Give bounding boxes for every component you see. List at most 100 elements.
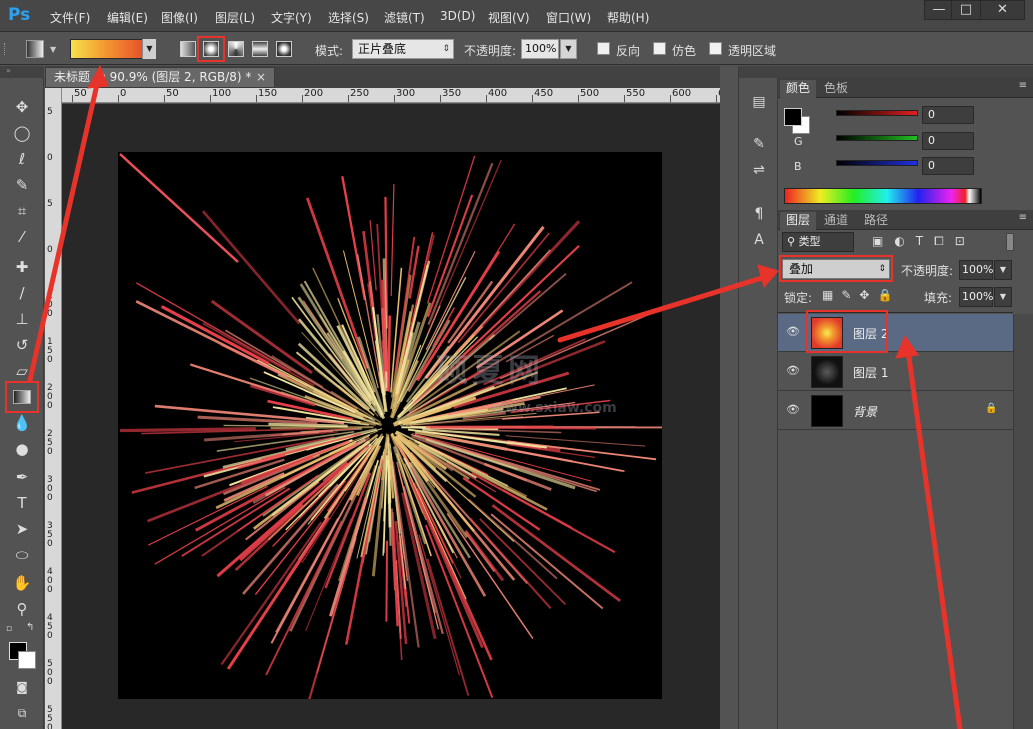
gradient-tool-icon[interactable]	[26, 40, 44, 58]
firework-streak	[426, 194, 474, 318]
close-tab-icon[interactable]: ×	[256, 68, 266, 87]
marquee-tool-icon[interactable]: ◯	[10, 122, 34, 144]
lasso-tool-icon[interactable]: ℓ	[10, 148, 34, 170]
document-canvas[interactable]	[118, 152, 664, 706]
red-value[interactable]: 0	[922, 106, 974, 124]
layer-opacity-chevron-down-icon[interactable]: ▼	[994, 260, 1012, 280]
linear-gradient-button[interactable]	[180, 41, 196, 57]
tab-layers[interactable]: 图层	[780, 212, 817, 230]
paragraph-panel-icon[interactable]: ¶	[749, 204, 769, 224]
zoom-tool-icon[interactable]: ⚲	[10, 598, 34, 620]
menu-image[interactable]: 图像(I)	[161, 9, 198, 26]
dock-separator	[720, 66, 738, 729]
type-tool-icon[interactable]: T	[10, 492, 34, 514]
layer-row-layer1[interactable]: 👁 图层 1	[778, 353, 1013, 391]
dither-checkbox[interactable]	[653, 42, 666, 55]
tab-swatches[interactable]: 色板	[818, 80, 854, 98]
menu-filter[interactable]: 滤镜(T)	[384, 9, 425, 26]
layer-name[interactable]: 图层 1	[853, 364, 888, 381]
clone-stamp-tool-icon[interactable]: ⊥	[10, 308, 34, 330]
close-button[interactable]: ✕	[980, 0, 1025, 20]
character-panel-icon[interactable]: A	[749, 230, 769, 250]
layer-filter-select[interactable]: ⚲ 类型	[782, 232, 854, 252]
blur-tool-icon[interactable]: 💧	[10, 412, 34, 434]
diamond-gradient-button[interactable]	[276, 41, 292, 57]
fill-input[interactable]: 100%	[959, 287, 993, 307]
dodge-tool-icon[interactable]: ●	[10, 438, 34, 460]
hand-tool-icon[interactable]: ✋	[10, 572, 34, 594]
move-tool-icon[interactable]: ✥	[10, 96, 34, 118]
eyedropper-tool-icon[interactable]: ⁄	[10, 226, 34, 248]
maximize-button[interactable]: □	[951, 0, 981, 20]
layer-name[interactable]: 背景	[853, 403, 877, 420]
pen-tool-icon[interactable]: ✒	[10, 466, 34, 488]
history-brush-tool-icon[interactable]: ↺	[10, 334, 34, 356]
green-value[interactable]: 0	[922, 132, 974, 150]
layers-scrollbar[interactable]	[1013, 314, 1033, 729]
menu-help[interactable]: 帮助(H)	[607, 9, 649, 26]
screen-mode-icon[interactable]: ⧉	[10, 702, 34, 724]
ellipse-tool-icon[interactable]: ⬭	[10, 544, 34, 566]
panel-menu-icon[interactable]: ≡	[1019, 80, 1027, 91]
layers-menu-icon[interactable]: ≡	[1019, 212, 1027, 223]
filter-toggle[interactable]	[1006, 233, 1014, 251]
blue-value[interactable]: 0	[922, 157, 974, 175]
visibility-eye-icon[interactable]: 👁	[786, 403, 800, 417]
brush-tool-icon[interactable]: ∕	[10, 282, 34, 304]
collapse-panels-icon[interactable]	[739, 66, 779, 78]
history-panel-icon[interactable]: ▤	[749, 92, 769, 112]
background-color-swatch[interactable]	[18, 651, 36, 669]
green-slider[interactable]	[836, 135, 918, 141]
toolbar-collapse-icon[interactable]: »	[0, 66, 44, 78]
visibility-eye-icon[interactable]: 👁	[786, 325, 800, 339]
menu-3d[interactable]: 3D(D)	[440, 9, 475, 23]
layer-row-background[interactable]: 👁 背景 🔒	[778, 392, 1013, 430]
minimize-button[interactable]: —	[924, 0, 954, 20]
visibility-eye-icon[interactable]: 👁	[786, 364, 800, 378]
tab-paths[interactable]: 路径	[858, 212, 894, 230]
fg-color-swatch[interactable]	[784, 108, 802, 126]
lock-icons[interactable]: ▦✎✥🔒	[822, 288, 900, 302]
menu-edit[interactable]: 编辑(E)	[107, 9, 148, 26]
lock-label: 锁定:	[784, 291, 813, 305]
tool-preset-chevron-down-icon[interactable]: ▼	[50, 45, 56, 54]
quick-select-tool-icon[interactable]: ✎	[10, 174, 34, 196]
layer-filter-icons[interactable]: ▣◐T⧠⊡	[872, 234, 976, 249]
healing-brush-tool-icon[interactable]: ✚	[10, 256, 34, 278]
menu-window[interactable]: 窗口(W)	[546, 9, 591, 26]
angle-gradient-button[interactable]	[228, 41, 244, 57]
tab-channels[interactable]: 通道	[818, 212, 854, 230]
swap-colors-icon[interactable]: ↰	[26, 622, 34, 633]
crop-tool-icon[interactable]: ⌗	[10, 200, 34, 222]
menu-view[interactable]: 视图(V)	[488, 9, 530, 26]
firework-streak	[265, 520, 343, 676]
transparency-checkbox[interactable]	[709, 42, 722, 55]
reflected-gradient-button[interactable]	[252, 41, 268, 57]
reverse-checkbox[interactable]	[597, 42, 610, 55]
canvas-area[interactable]	[62, 104, 720, 729]
path-select-tool-icon[interactable]: ➤	[10, 518, 34, 540]
tab-color[interactable]: 颜色	[780, 80, 817, 98]
gradient-picker-chevron-down-icon[interactable]: ▼	[142, 39, 156, 59]
red-slider[interactable]	[836, 110, 918, 116]
panel-collapse-bar[interactable]	[778, 66, 1033, 78]
menu-type[interactable]: 文字(Y)	[271, 9, 312, 26]
menu-select[interactable]: 选择(S)	[328, 9, 369, 26]
mode-select[interactable]: 正片叠底 ⇕	[352, 39, 454, 59]
color-spectrum[interactable]	[784, 188, 982, 204]
layer-opacity-label: 不透明度:	[901, 264, 954, 278]
fill-chevron-down-icon[interactable]: ▼	[994, 287, 1012, 307]
opacity-chevron-down-icon[interactable]: ▼	[560, 39, 577, 59]
default-colors-icon[interactable]: ▫	[6, 624, 12, 634]
brush-presets-icon[interactable]: ⇌	[749, 160, 769, 180]
opacity-input[interactable]: 100%	[521, 39, 559, 59]
eraser-tool-icon[interactable]: ▱	[10, 360, 34, 382]
blue-slider[interactable]	[836, 160, 918, 166]
quick-mask-icon[interactable]: ◙	[10, 676, 34, 698]
layers-panel-tabs: 图层 通道 路径 ≡	[778, 210, 1033, 230]
brush-panel-icon[interactable]: ✎	[749, 134, 769, 154]
menu-layer[interactable]: 图层(L)	[215, 9, 255, 26]
document-tab[interactable]: 未标题 @ 90.9% (图层 2, RGB/8) * ×	[45, 67, 275, 88]
menu-file[interactable]: 文件(F)	[50, 9, 90, 26]
layer-opacity-input[interactable]: 100%	[959, 260, 993, 280]
